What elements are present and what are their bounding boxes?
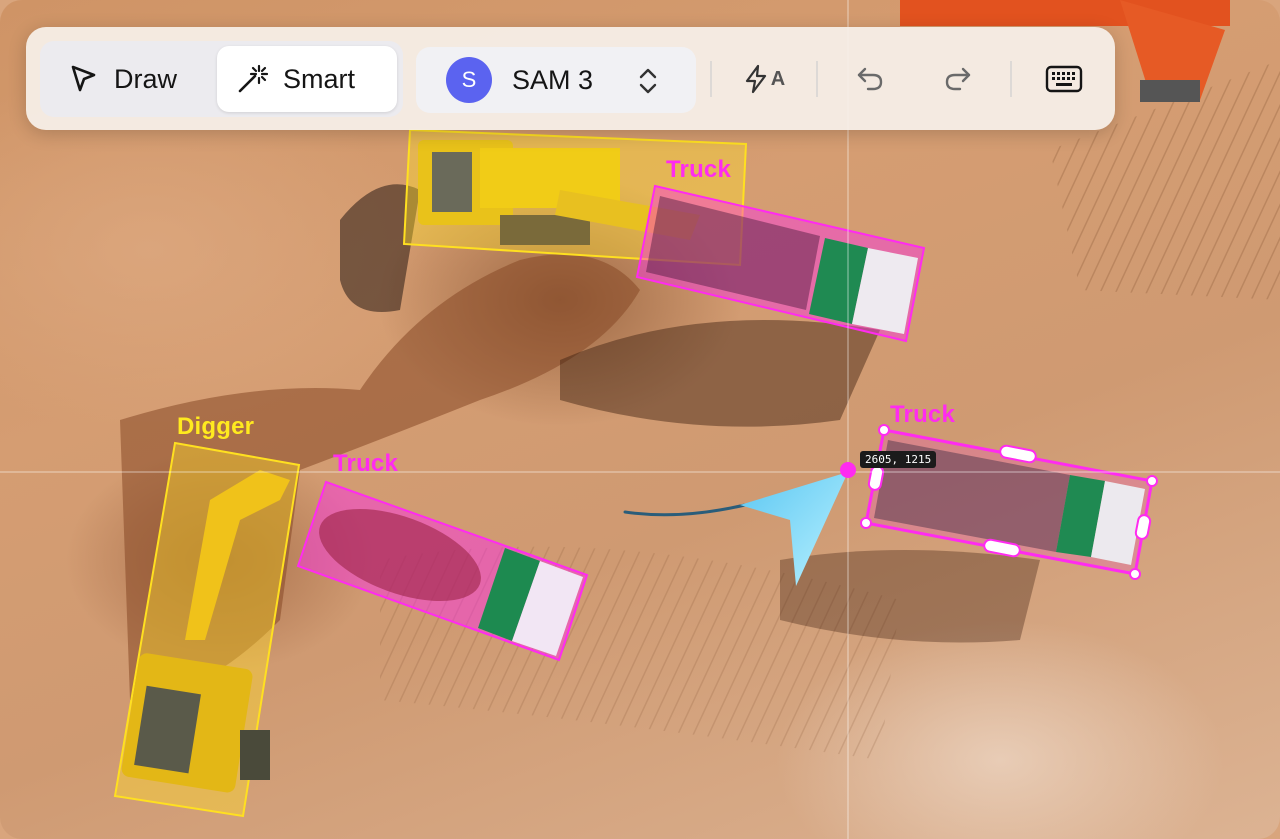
draw-mode-button[interactable]: Draw [48, 46, 218, 112]
annotation-label-truck: Truck [333, 450, 399, 477]
redo-button[interactable] [936, 57, 980, 101]
mode-toggle-group: Draw Smart [40, 41, 403, 117]
annotation-label-digger: Digger [177, 413, 255, 440]
image-canvas[interactable]: Truck Truck Truck Digger 2605, 1215 Draw [0, 0, 1280, 839]
cursor-arrow-icon [71, 65, 96, 92]
truck-shadow [780, 550, 1040, 643]
cursor-trail [623, 503, 747, 517]
magic-wand-icon [238, 64, 269, 93]
chevron-updown-icon [639, 68, 657, 94]
keyboard-icon [1045, 65, 1083, 93]
smart-mode-button[interactable]: Smart [217, 46, 397, 112]
smart-mode-label: Smart [283, 63, 356, 94]
toolbar-divider [1010, 61, 1012, 97]
annotation-label-truck: Truck [666, 156, 732, 183]
model-select[interactable]: S SAM 3 [416, 47, 696, 113]
truck-top [635, 184, 926, 343]
annotation-toolbar: Draw Smart S SAM 3 A [26, 27, 1115, 130]
cursor-coordinates: 2605, 1215 [860, 451, 937, 468]
model-avatar: S [446, 57, 492, 103]
annotation-label-truck: Truck [890, 401, 956, 428]
toolbar-divider [710, 61, 712, 97]
auto-annotate-label: A [770, 67, 786, 90]
draw-mode-label: Draw [114, 63, 178, 94]
click-point [840, 462, 856, 478]
keyboard-shortcuts-button[interactable] [1042, 57, 1086, 101]
toolbar-divider [816, 61, 818, 97]
undo-button[interactable] [848, 57, 892, 101]
redo-icon [945, 67, 971, 91]
model-name: SAM 3 [512, 64, 594, 95]
auto-annotate-button[interactable]: A [738, 57, 790, 101]
truck-shadow [560, 320, 880, 427]
undo-icon [857, 67, 883, 91]
lightning-icon [745, 64, 766, 94]
